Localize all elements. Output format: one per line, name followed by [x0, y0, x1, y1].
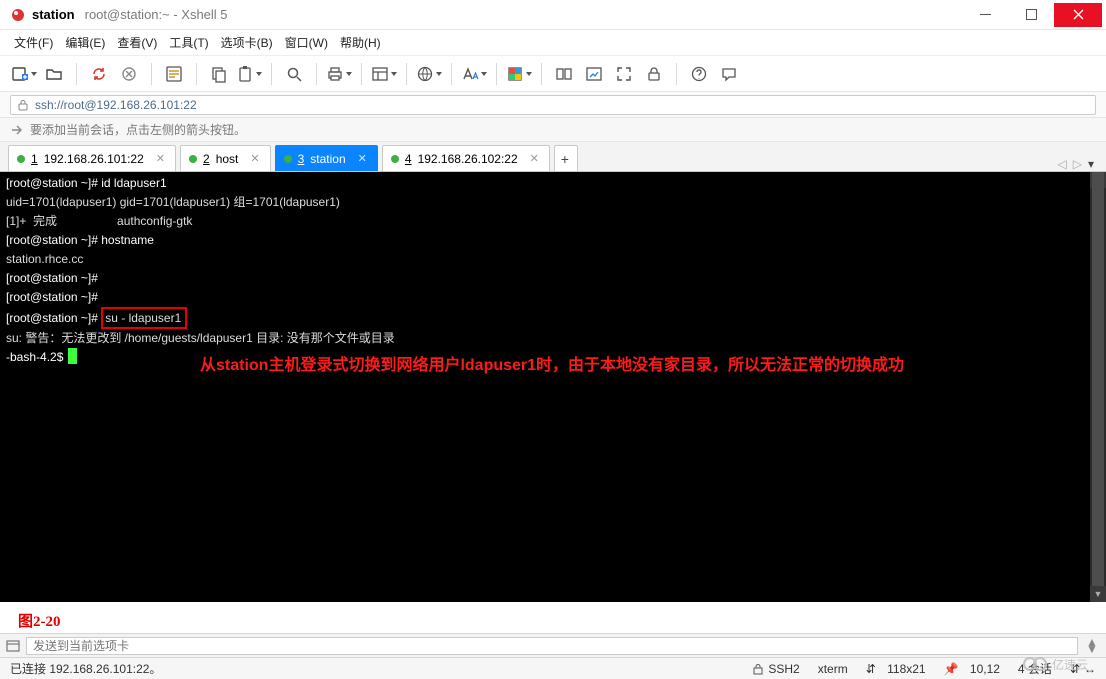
print-button[interactable] [325, 60, 353, 88]
address-input[interactable]: ssh://root@192.168.26.101:22 [10, 95, 1096, 115]
figure-label: 图2-20 [18, 610, 61, 631]
tab-3[interactable]: 3station✕ [275, 145, 378, 171]
annotation-text: 从station主机登录式切换到网络用户ldapuser1时，由于本地没有家目录… [200, 356, 904, 375]
status-dot-icon [391, 155, 399, 163]
status-connection: 已连接 192.168.26.101:22。 [10, 660, 161, 677]
maximize-button[interactable] [1008, 3, 1054, 27]
minimize-button[interactable] [962, 3, 1008, 27]
disconnect-button[interactable] [115, 60, 143, 88]
window-title-path: root@station:~ - Xshell 5 [85, 7, 228, 22]
tab-scroll-left-icon[interactable]: ◁ [1058, 157, 1067, 171]
menu-view[interactable]: 查看(V) [117, 34, 157, 51]
status-dot-icon [284, 155, 292, 163]
terminal-scrollbar[interactable]: ▲ ▼ [1090, 172, 1106, 602]
font-button[interactable] [460, 60, 488, 88]
send-input[interactable] [26, 637, 1078, 655]
menu-edit[interactable]: 编辑(E) [65, 34, 105, 51]
lock-icon [752, 663, 764, 675]
tab-strip: 1192.168.26.101:22✕ 2host✕ 3station✕ 419… [0, 142, 1106, 172]
close-button[interactable] [1054, 3, 1102, 27]
menu-file[interactable]: 文件(F) [14, 34, 53, 51]
svg-text:亿速云: 亿速云 [1052, 657, 1088, 672]
feedback-button[interactable] [715, 60, 743, 88]
tab-list-dropdown-icon[interactable]: ▾ [1088, 157, 1094, 171]
scroll-down-icon[interactable]: ▼ [1090, 586, 1106, 602]
tab-close-icon[interactable]: ✕ [530, 152, 539, 165]
toolbar [0, 56, 1106, 92]
tab-scroll-right-icon[interactable]: ▷ [1073, 157, 1082, 171]
status-size: ⇵ 118x21 [866, 662, 926, 676]
lock-button[interactable] [640, 60, 668, 88]
tab-close-icon[interactable]: ✕ [358, 152, 367, 165]
help-button[interactable] [685, 60, 713, 88]
status-term: xterm [818, 662, 848, 676]
session-manager-button[interactable] [550, 60, 578, 88]
tab-2[interactable]: 2host✕ [180, 145, 271, 171]
paste-button[interactable] [235, 60, 263, 88]
menu-help[interactable]: 帮助(H) [340, 34, 381, 51]
hint-bar: 要添加当前会话，点击左侧的箭头按钮。 [0, 118, 1106, 142]
reconnect-button[interactable] [85, 60, 113, 88]
open-button[interactable] [40, 60, 68, 88]
window-title-session: station [32, 7, 75, 22]
tab-1[interactable]: 1192.168.26.101:22✕ [8, 145, 176, 171]
scroll-thumb[interactable] [1092, 172, 1104, 602]
tab-close-icon[interactable]: ✕ [156, 152, 165, 165]
menu-tools[interactable]: 工具(T) [169, 34, 208, 51]
status-dot-icon [17, 155, 25, 163]
terminal-pane[interactable]: [root@station ~]# id ldapuser1uid=1701(l… [0, 172, 1106, 602]
find-button[interactable] [280, 60, 308, 88]
status-dot-icon [189, 155, 197, 163]
new-tab-button[interactable]: + [554, 145, 578, 171]
new-session-button[interactable] [10, 60, 38, 88]
watermark-logo: 亿速云 [1022, 654, 1094, 677]
copy-button[interactable] [205, 60, 233, 88]
title-bar: station root@station:~ - Xshell 5 [0, 0, 1106, 30]
status-ssh: SSH2 [752, 662, 799, 676]
app-icon [10, 7, 26, 23]
hint-text: 要添加当前会话，点击左侧的箭头按钮。 [30, 121, 246, 138]
menu-tabs[interactable]: 选项卡(B) [221, 34, 273, 51]
arrow-hint-icon [10, 123, 24, 137]
address-bar: ssh://root@192.168.26.101:22 [0, 92, 1106, 118]
color-scheme-button[interactable] [505, 60, 533, 88]
tab-4[interactable]: 4192.168.26.102:22✕ [382, 145, 550, 171]
fullscreen-button[interactable] [610, 60, 638, 88]
lock-icon [17, 99, 29, 111]
menu-window[interactable]: 窗口(W) [285, 34, 328, 51]
menu-bar: 文件(F) 编辑(E) 查看(V) 工具(T) 选项卡(B) 窗口(W) 帮助(… [0, 30, 1106, 56]
status-bar: 已连接 192.168.26.101:22。 SSH2 xterm ⇵ 118x… [0, 657, 1106, 679]
properties-button[interactable] [160, 60, 188, 88]
encoding-button[interactable] [415, 60, 443, 88]
status-cursor: 📌 10,12 [944, 662, 1000, 676]
tab-close-icon[interactable]: ✕ [250, 152, 259, 165]
send-scroll-buttons[interactable]: ▲▼ [1084, 639, 1100, 653]
tunneling-button[interactable] [580, 60, 608, 88]
send-mode-icon[interactable] [6, 639, 20, 653]
layout-button[interactable] [370, 60, 398, 88]
address-text: ssh://root@192.168.26.101:22 [35, 98, 197, 112]
send-bar: ▲▼ [0, 633, 1106, 657]
